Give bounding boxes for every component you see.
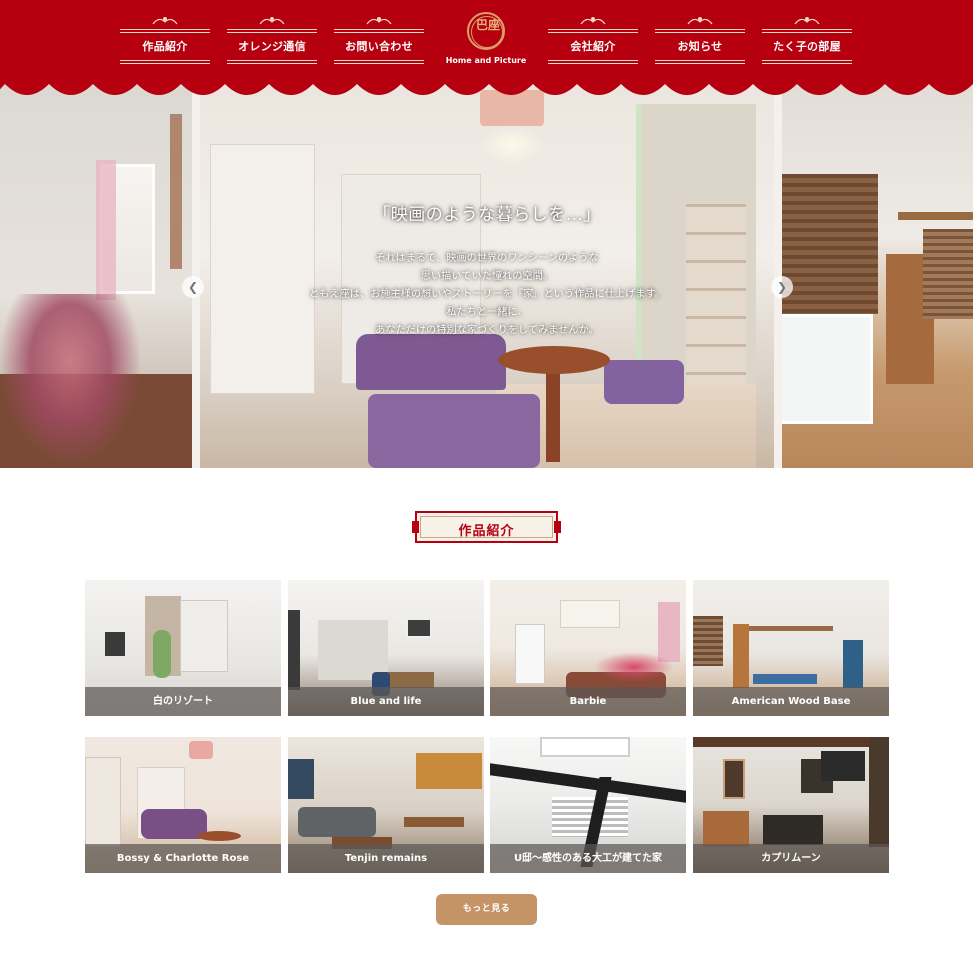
nav-ornament-icon	[580, 17, 606, 25]
section-title-badge: 作品紹介	[412, 511, 561, 543]
work-caption: カプリムーン	[693, 844, 889, 873]
nav-item-works[interactable]: 作品紹介	[120, 14, 210, 66]
work-card[interactable]: カプリムーン	[693, 737, 889, 873]
nav-label: オレンジ通信	[238, 40, 306, 53]
nav-item-orange-news[interactable]: オレンジ通信	[227, 14, 317, 66]
nav-label: たく子の部屋	[773, 40, 841, 53]
nav-item-takuko-room[interactable]: たく子の部屋	[762, 14, 852, 66]
site-logo[interactable]: 巴座 Home and Picture	[445, 10, 527, 72]
nav-ornament-icon	[152, 17, 178, 25]
nav-label: 会社紹介	[570, 40, 616, 53]
section-title: 作品紹介	[458, 524, 515, 539]
work-card[interactable]: Blue and life	[288, 580, 484, 716]
hero-line: ともえ座は、お施主様の想いやストーリーを『家』という作品に仕上げます。	[309, 289, 665, 300]
hero-line: 思い描いていた憧れの空間。	[420, 271, 554, 282]
nav-ornament-icon	[687, 17, 713, 25]
logo-subtitle: Home and Picture	[445, 56, 527, 65]
logo-kanji: 巴座	[475, 18, 500, 32]
hero-copy: 「映画のような暮らしを…」 それはまるで、映画の世界のワンシーンのような 思い描…	[196, 200, 778, 340]
nav-label: お問い合わせ	[345, 40, 413, 53]
work-card[interactable]: American Wood Base	[693, 580, 889, 716]
nav-item-company[interactable]: 会社紹介	[548, 14, 638, 66]
hero-title: 「映画のような暮らしを…」	[373, 205, 601, 225]
work-caption: American Wood Base	[693, 687, 889, 716]
work-caption: U邸～感性のある大工が建てた家	[490, 844, 686, 873]
work-card[interactable]: Tenjin remains	[288, 737, 484, 873]
work-caption: Tenjin remains	[288, 844, 484, 873]
work-caption: Blue and life	[288, 687, 484, 716]
logo-emblem: 巴座	[467, 12, 505, 50]
hero-line: あなただけの特別な家づくりをしてみませんか。	[375, 325, 599, 336]
nav-ornament-icon	[366, 17, 392, 25]
hero-line: 私たちと一緒に、	[446, 307, 528, 318]
nav-label: 作品紹介	[142, 40, 188, 53]
nav-ornament-icon	[259, 17, 285, 25]
work-card[interactable]: 白のリゾート	[85, 580, 281, 716]
nav-label: お知らせ	[677, 40, 723, 53]
work-caption: Barbie	[490, 687, 686, 716]
hero-slide-prev	[0, 84, 196, 468]
nav-item-contact[interactable]: お問い合わせ	[334, 14, 424, 66]
hero-slide-next	[778, 84, 973, 468]
header-scallop-edge	[0, 74, 973, 95]
more-button[interactable]: もっと見る	[436, 894, 537, 925]
hero-line: それはまるで、映画の世界のワンシーンのような	[375, 253, 599, 264]
chevron-left-icon[interactable]: ❮	[182, 276, 204, 298]
nav-item-news[interactable]: お知らせ	[655, 14, 745, 66]
hero-carousel[interactable]: 「映画のような暮らしを…」 それはまるで、映画の世界のワンシーンのような 思い描…	[0, 84, 973, 468]
work-card[interactable]: Barbie	[490, 580, 686, 716]
work-card[interactable]: Bossy & Charlotte Rose	[85, 737, 281, 873]
work-caption: 白のリゾート	[85, 687, 281, 716]
work-card[interactable]: U邸～感性のある大工が建てた家	[490, 737, 686, 873]
site-header: 作品紹介 オレンジ通信 お問い合わせ 巴座 Home and Picture 会	[0, 0, 973, 104]
work-caption: Bossy & Charlotte Rose	[85, 844, 281, 873]
nav-ornament-icon	[794, 17, 820, 25]
chevron-right-icon[interactable]: ❯	[771, 276, 793, 298]
